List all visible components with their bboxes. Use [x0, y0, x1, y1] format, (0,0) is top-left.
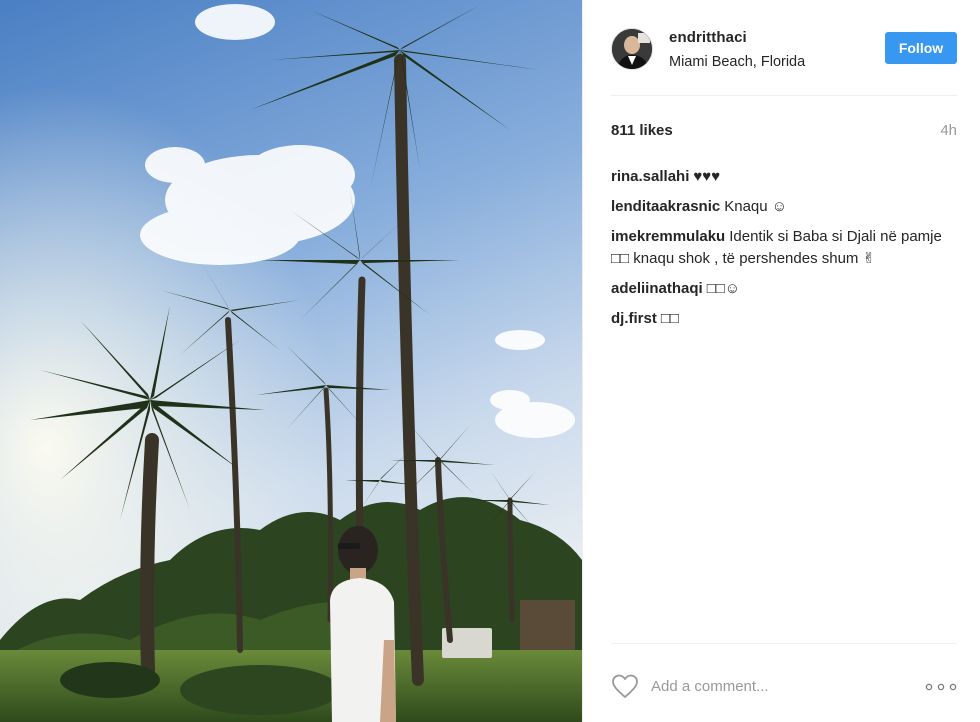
add-comment-row	[611, 672, 957, 702]
post-details-panel: endritthaci Miami Beach, Florida Follow …	[582, 0, 980, 722]
follow-button[interactable]: Follow	[885, 32, 957, 64]
comment-input[interactable]	[651, 674, 911, 698]
more-options-icon[interactable]	[925, 683, 957, 691]
comment-username[interactable]: lenditaakrasnic	[611, 198, 720, 215]
comment-item: rina.sallahi ♥♥♥	[611, 166, 957, 188]
header-divider	[611, 95, 957, 96]
post-header: endritthaci Miami Beach, Florida Follow	[611, 28, 957, 74]
comment-username[interactable]: imekremmulaku	[611, 228, 725, 245]
comment-text: □□	[660, 309, 679, 327]
likes-row: 811 likes 4h	[611, 122, 957, 144]
footer-divider	[611, 643, 957, 644]
comment-item: lenditaakrasnic Knaqu ☺	[611, 196, 957, 218]
heart-icon[interactable]	[611, 673, 639, 699]
likes-count[interactable]: 811 likes	[611, 122, 673, 139]
comment-username[interactable]: rina.sallahi	[611, 168, 689, 185]
comment-item: imekremmulaku Identik si Baba si Djali në…	[611, 226, 957, 269]
comment-item: dj.first □□	[611, 308, 957, 330]
comment-item: adeliinathaqi □□☺	[611, 278, 957, 300]
comment-username[interactable]: adeliinathaqi	[611, 280, 703, 297]
comment-username[interactable]: dj.first	[611, 310, 657, 327]
avatar[interactable]	[611, 28, 653, 70]
username[interactable]: endritthaci	[669, 29, 747, 46]
post-photo[interactable]	[0, 0, 582, 722]
comment-list: rina.sallahi ♥♥♥ lenditaakrasnic Knaqu ☺ i…	[611, 166, 957, 338]
palm-trees-photo	[0, 0, 582, 722]
location[interactable]: Miami Beach, Florida	[669, 54, 805, 70]
comment-text: Knaqu ☺	[724, 198, 788, 215]
post-time[interactable]: 4h	[940, 122, 957, 139]
comment-text: □□☺	[706, 279, 741, 297]
avatar-image	[612, 29, 652, 69]
comment-text: ♥♥♥	[693, 168, 721, 185]
